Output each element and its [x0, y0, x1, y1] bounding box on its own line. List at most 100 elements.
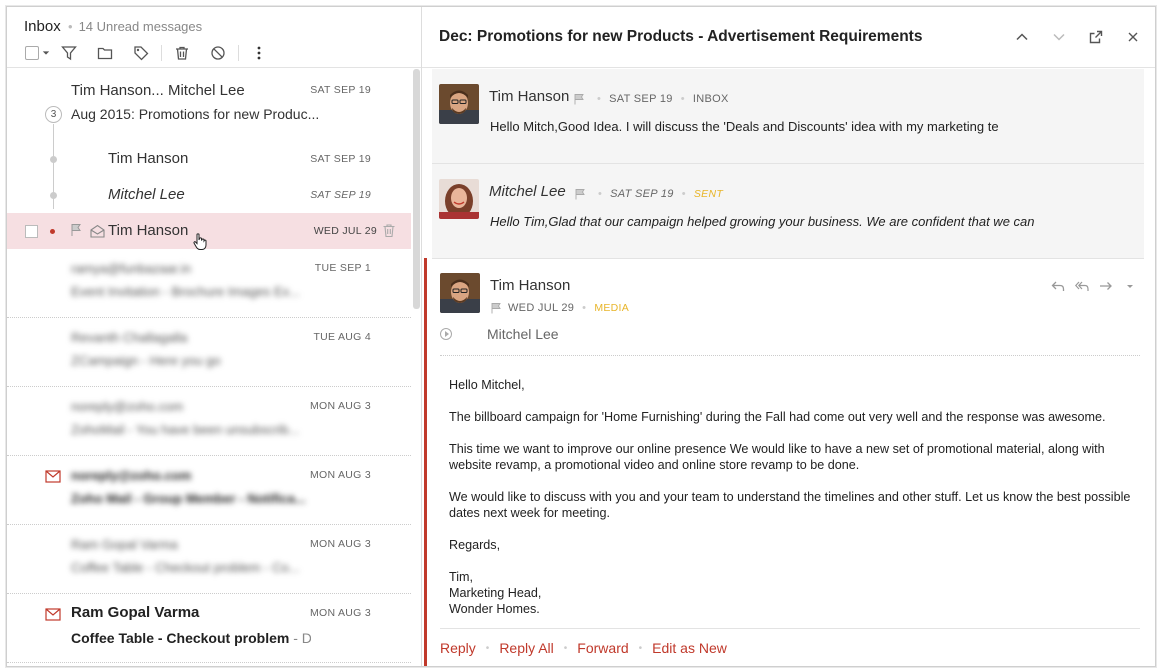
row-subject: Coffee Table - Checkout problem - D... [71, 630, 311, 646]
meta-separator: • [597, 93, 602, 105]
close-button[interactable] [1114, 28, 1151, 46]
message-meta: • SAT SEP 19 • INBOX [573, 93, 729, 105]
envelope-open-icon[interactable] [90, 224, 105, 238]
message-row-unread[interactable]: Ram Gopal Varma MON AUG 3 Coffee Table -… [7, 594, 411, 663]
row-subject: Coffee Table - Checkout problem - Co... [71, 560, 300, 575]
flag-icon[interactable] [490, 302, 502, 314]
body-paragraph: We would like to discuss with you and yo… [449, 490, 1131, 520]
header-divider [440, 355, 1140, 356]
row-checkbox[interactable] [25, 225, 38, 238]
message-meta: • SAT SEP 19 • SENT [574, 188, 723, 200]
row-sender: Ram Gopal Varma [71, 537, 178, 552]
edit-as-new-link[interactable]: Edit as New [652, 640, 727, 656]
popout-button[interactable] [1077, 28, 1114, 46]
message-list: Tim Hanson... Mitchel Lee SAT SEP 19 3 A… [7, 69, 411, 663]
row-sender: noreply@zoho.com [71, 399, 184, 414]
reply-all-link[interactable]: Reply All [499, 640, 553, 656]
more-vertical-icon [257, 46, 261, 60]
reply-link[interactable]: Reply [440, 640, 476, 656]
row-sender: Revanth Challagalla [71, 330, 188, 345]
forward-icon-button[interactable] [1094, 278, 1118, 294]
message-row[interactable]: Ram Gopal Varma MON AUG 3 Coffee Table -… [7, 525, 411, 594]
list-scrollbar[interactable] [413, 69, 420, 309]
recipient-row: Mitchel Lee [440, 326, 559, 342]
more-actions-button[interactable] [241, 43, 277, 63]
thread-child-row[interactable]: Tim Hanson SAT SEP 19 [7, 141, 411, 177]
avatar [440, 273, 480, 313]
trash-icon[interactable] [382, 223, 396, 238]
external-link-icon [1089, 30, 1102, 44]
child-date: SAT SEP 19 [310, 153, 371, 165]
row-date: MON AUG 3 [309, 538, 371, 550]
message-actions [1046, 278, 1142, 294]
row-subject-text: Coffee Table - Checkout problem [71, 630, 290, 646]
collapsed-message[interactable]: Mitchel Lee • SAT SEP 19 • SENT Hello Ti… [432, 164, 1144, 259]
flag-icon[interactable] [574, 188, 586, 200]
reply-icon [1051, 281, 1065, 291]
footer-separator: • [563, 642, 568, 654]
meta-separator: • [582, 302, 587, 314]
tag-button[interactable] [123, 43, 159, 63]
avatar [439, 179, 479, 219]
child-sender: Tim Hanson [108, 150, 189, 167]
message-folder[interactable]: INBOX [693, 93, 729, 105]
avatar-image [440, 273, 480, 313]
message-sender[interactable]: Tim Hanson [489, 88, 569, 105]
message-row[interactable]: Revanth Challagalla TUE AUG 4 ZCampaign … [7, 318, 411, 387]
reply-all-icon-button[interactable] [1070, 278, 1094, 294]
body-paragraph: This time we want to improve our online … [449, 442, 1105, 472]
message-row[interactable]: noreply@zoho.com MON AUG 3 ZohoMail - Yo… [7, 387, 411, 456]
mail-window: Inbox • 14 Unread messages Tim Hanson...… [6, 6, 1156, 667]
flag-icon[interactable] [573, 93, 585, 105]
row-date: MON AUG 3 [309, 400, 371, 412]
folder-title[interactable]: Inbox [24, 18, 61, 35]
selected-message-row[interactable]: Tim Hanson WED JUL 29 [7, 213, 411, 250]
expand-details-icon[interactable] [440, 328, 452, 340]
checkbox-box [24, 46, 39, 60]
reply-icon-button[interactable] [1046, 278, 1070, 294]
row-snippet: - D... [293, 630, 311, 646]
message-row-unread[interactable]: noreply@zoho.com MON AUG 3 Zoho Mail - G… [7, 456, 411, 525]
filter-button[interactable] [51, 43, 87, 63]
flag-icon[interactable] [69, 223, 83, 237]
next-button[interactable] [1040, 28, 1077, 46]
unread-mail-icon [45, 470, 61, 483]
row-sender: noreply@zoho.com [71, 468, 192, 483]
footer-separator: • [485, 642, 490, 654]
avatar-image [439, 179, 479, 219]
unread-count: • 14 Unread messages [68, 19, 203, 34]
forward-link[interactable]: Forward [577, 640, 628, 656]
message-body: Hello Mitchel, The billboard campaign fo… [449, 377, 1139, 617]
close-icon [1128, 32, 1137, 42]
body-paragraph: The billboard campaign for 'Home Furnish… [449, 410, 1106, 424]
message-tag[interactable]: MEDIA [594, 302, 629, 314]
spam-button[interactable] [200, 43, 236, 63]
delete-button[interactable] [164, 43, 200, 63]
chevron-down-icon [1052, 33, 1065, 41]
select-all-checkbox[interactable] [23, 43, 51, 63]
block-icon [211, 46, 225, 60]
child-date: SAT SEP 19 [310, 189, 371, 201]
more-options-button[interactable] [1118, 278, 1142, 294]
thread-child-row[interactable]: Mitchel Lee SAT SEP 19 [7, 177, 411, 213]
row-date: TUE SEP 1 [314, 262, 371, 274]
row-subject: Zoho Mail - Group Member - Notifica... [71, 491, 306, 506]
message-sender[interactable]: Mitchel Lee [489, 183, 566, 200]
move-to-folder-button[interactable] [87, 43, 123, 63]
recipient-name[interactable]: Mitchel Lee [487, 326, 559, 342]
message-tag[interactable]: SENT [694, 188, 723, 200]
collapsed-message[interactable]: Tim Hanson • SAT SEP 19 • INBOX Hello Mi… [432, 69, 1144, 164]
message-date: SAT SEP 19 [609, 93, 673, 105]
row-date: TUE AUG 4 [313, 331, 371, 343]
child-sender: Mitchel Lee [108, 186, 185, 203]
message-preview: Hello Tim,Glad that our campaign helped … [490, 214, 1035, 229]
message-sender[interactable]: Tim Hanson [490, 277, 570, 294]
thread-row[interactable]: Tim Hanson... Mitchel Lee SAT SEP 19 3 A… [7, 69, 411, 209]
folder-icon [97, 47, 113, 60]
message-row[interactable]: ramya@funbazaar.in TUE SEP 1 Event Invit… [7, 249, 411, 318]
previous-button[interactable] [1003, 28, 1040, 46]
thread-count-badge[interactable]: 3 [45, 106, 62, 123]
reading-header-actions [1003, 28, 1151, 46]
body-regards: Regards, [449, 538, 501, 552]
row-subject: ZCampaign - Here you go [71, 353, 221, 368]
